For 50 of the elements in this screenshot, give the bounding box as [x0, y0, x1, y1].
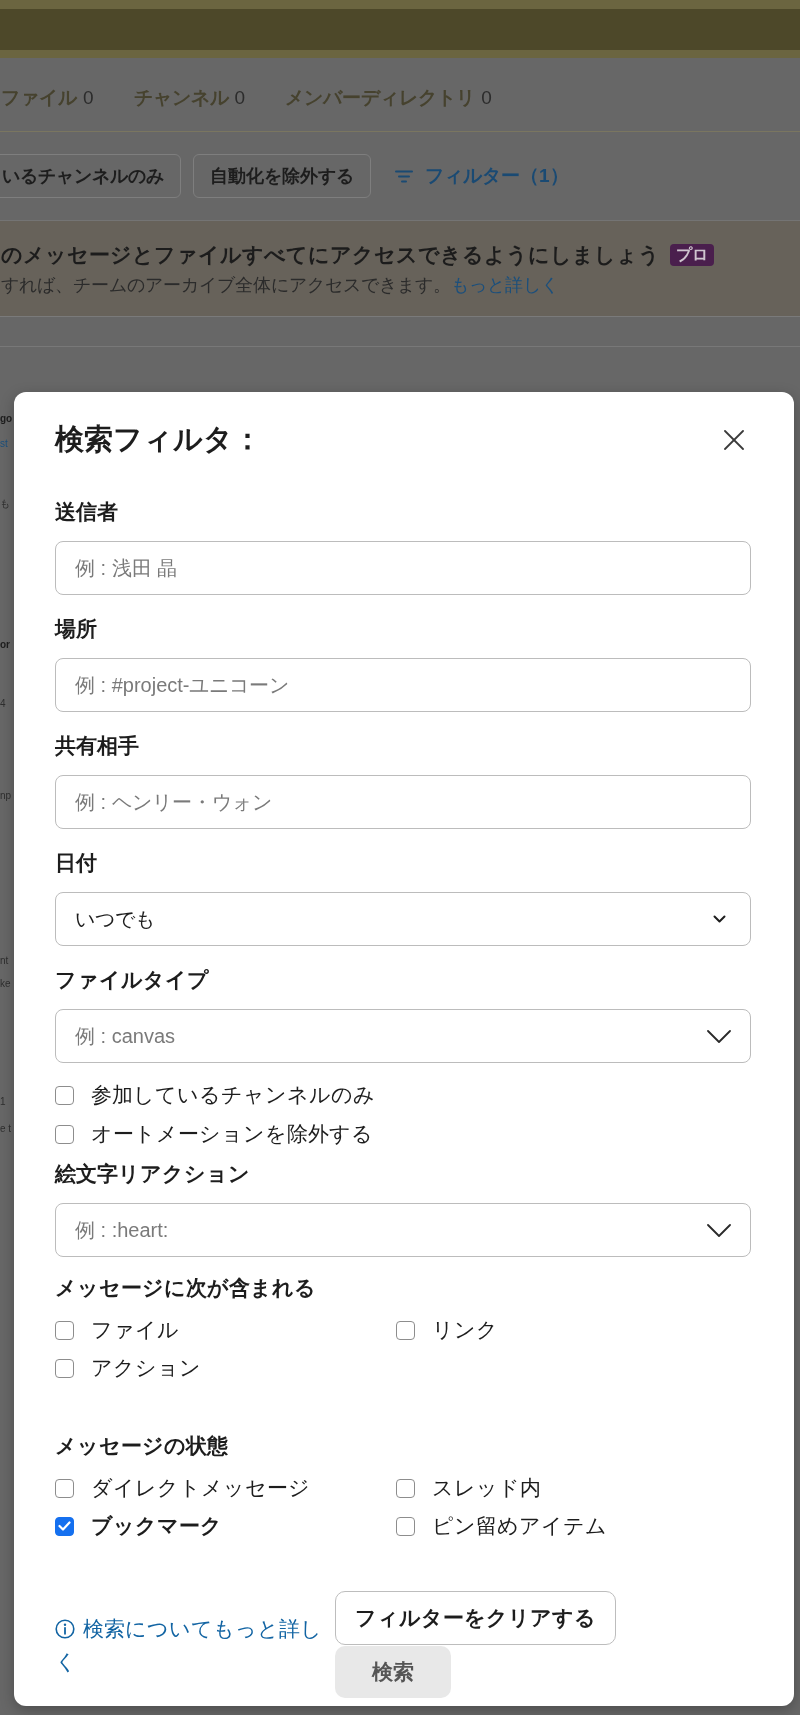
select-field[interactable]: いつでも [55, 892, 751, 946]
close-button[interactable] [724, 430, 744, 450]
text-fragment: go [0, 412, 14, 426]
checkbox[interactable] [55, 1124, 74, 1144]
chevron-down-icon [713, 915, 726, 923]
checkbox[interactable] [55, 1085, 74, 1105]
input-field[interactable]: 例 : ヘンリー・ウォン [55, 775, 751, 829]
clear-filters-button[interactable]: フィルターをクリアする [335, 1591, 616, 1645]
checkbox[interactable] [396, 1516, 415, 1536]
checkbox[interactable] [396, 1320, 415, 1340]
field-label: 場所 [55, 617, 98, 641]
pro-badge: プロ [670, 244, 714, 266]
banner-text: すれば、チームのアーカイブ全体にアクセスできます。もっと詳しく [1, 274, 560, 297]
field-label: 送信者 [55, 500, 119, 524]
dialog-title: 検索フィルタ： [55, 422, 262, 457]
checkbox[interactable] [396, 1478, 415, 1498]
info-icon [55, 1618, 75, 1639]
combobox-field[interactable]: 例 : canvas [55, 1009, 751, 1063]
checkbox-label[interactable]: ピン留めアイテム [432, 1512, 607, 1540]
chevron-down-icon [707, 1224, 731, 1237]
field-label: ファイルタイプ [55, 968, 210, 992]
checkbox[interactable] [55, 1358, 74, 1378]
checkbox-label[interactable]: リンク [432, 1316, 498, 1344]
text-fragment: st [0, 437, 9, 451]
help-link[interactable]: 検索についてもっと詳しく [55, 1611, 323, 1678]
combobox-field[interactable]: 例 : :heart: [55, 1203, 751, 1257]
field-label: 絵文字リアクション [55, 1162, 251, 1186]
chevron-down-icon [707, 1030, 731, 1043]
checkbox[interactable] [55, 1320, 74, 1340]
checkbox-label[interactable]: アクション [91, 1354, 201, 1382]
banner-title: のメッセージとファイルすべてにアクセスできるようにしましょう [1, 242, 660, 269]
checkbox[interactable] [55, 1516, 74, 1536]
group-label: メッセージの状態 [55, 1434, 229, 1458]
input-field[interactable]: 例 : 浅田 晶 [55, 541, 751, 595]
checkbox-label[interactable]: ダイレクトメッセージ [91, 1474, 310, 1502]
close-icon [724, 430, 744, 450]
checkbox-label[interactable]: ファイル [91, 1316, 179, 1344]
field-label: 共有相手 [55, 734, 140, 758]
checkbox-label[interactable]: スレッド内 [432, 1474, 541, 1502]
text-fragment: 4 [0, 697, 7, 711]
checkbox-label[interactable]: ブックマーク [91, 1512, 222, 1540]
filter-icon [395, 169, 413, 183]
group-label: メッセージに次が含まれる [55, 1276, 317, 1300]
checkbox-label[interactable]: オートメーションを除外する [91, 1120, 373, 1148]
field-label: 日付 [55, 851, 98, 875]
checkbox-label[interactable]: 参加しているチャンネルのみ [91, 1081, 375, 1109]
checkbox[interactable] [55, 1478, 74, 1498]
checkmark-icon [58, 1521, 71, 1531]
input-field[interactable]: 例 : #project-ユニコーン [55, 658, 751, 712]
text-fragment: or [0, 638, 11, 652]
